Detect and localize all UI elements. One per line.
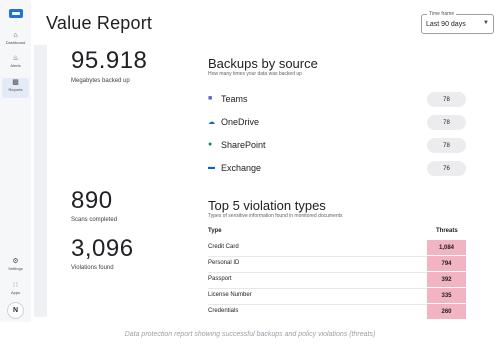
- source-name: Exchange: [221, 163, 262, 173]
- table-row: Passport 392: [208, 272, 466, 288]
- backups-title: Backups by source: [208, 56, 318, 71]
- violations-title: Top 5 violation types: [208, 198, 326, 213]
- column-header-threats: Threats: [436, 228, 458, 234]
- gear-icon: ⚙: [12, 258, 19, 265]
- sidebar-item-apps[interactable]: ∷ Apps: [2, 281, 29, 301]
- column-header-type: Type: [208, 228, 222, 234]
- threat-count: 260: [427, 304, 466, 319]
- sidebar-item-label: Reports: [8, 87, 23, 92]
- grid-icon: ∷: [13, 282, 18, 289]
- chevron-down-icon: ▼: [483, 20, 489, 26]
- source-count: 78: [427, 115, 466, 130]
- sidebar-item-dashboard[interactable]: ⌂ Dashboard: [2, 31, 29, 51]
- scans-label: Scans completed: [71, 217, 118, 223]
- megabytes-label: Megabytes backed up: [71, 78, 130, 84]
- violations-subtitle: Types of sensitive information found in …: [208, 213, 343, 219]
- bell-icon: ♨: [12, 55, 19, 62]
- source-row-onedrive: ☁ OneDrive 78: [208, 115, 468, 131]
- scans-value: 890: [71, 187, 113, 214]
- source-count: 78: [427, 92, 466, 107]
- violation-type: License Number: [208, 292, 252, 298]
- avatar[interactable]: N: [7, 302, 24, 319]
- megabytes-value: 95.918: [71, 47, 148, 74]
- violation-type: Credit Card: [208, 244, 239, 250]
- time-frame-value: Last 90 days: [426, 21, 466, 28]
- source-count: 78: [427, 138, 466, 153]
- onedrive-icon: ☁: [208, 119, 215, 126]
- threat-count: 335: [427, 288, 466, 303]
- threat-count: 392: [427, 272, 466, 287]
- sidebar-item-label: Settings: [8, 266, 23, 271]
- home-icon: ⌂: [13, 32, 18, 39]
- violation-type: Personal ID: [208, 260, 240, 266]
- source-row-teams: ■ Teams 78: [208, 92, 468, 108]
- sidebar-item-label: Apps: [10, 290, 21, 295]
- page-title: Value Report: [46, 13, 153, 33]
- violations-value: 3,096: [71, 235, 134, 262]
- backups-subtitle: How many times your data was backed up: [208, 71, 302, 77]
- sidebar-item-label: Dashboard: [5, 40, 26, 45]
- figure-caption: Data protection report showing successfu…: [124, 331, 376, 338]
- table-row: License Number 335: [208, 288, 466, 304]
- violations-label: Violations found: [71, 265, 114, 271]
- time-frame-label: Time frame: [427, 11, 457, 17]
- violation-type: Credentials: [208, 308, 239, 314]
- source-row-exchange: ▬ Exchange 76: [208, 161, 468, 177]
- source-row-sharepoint: ● SharePoint 78: [208, 138, 468, 154]
- sidebar-item-label: Alerts: [10, 63, 21, 68]
- decorative-panel: [34, 45, 47, 317]
- table-row: Credit Card 1,084: [208, 240, 466, 256]
- exchange-icon: ▬: [208, 164, 215, 171]
- table-row: Credentials 260: [208, 304, 466, 320]
- source-name: SharePoint: [221, 140, 266, 150]
- sidebar-item-settings[interactable]: ⚙ Settings: [2, 257, 29, 277]
- source-name: OneDrive: [221, 117, 260, 127]
- threat-count: 1,084: [427, 240, 466, 255]
- app-logo[interactable]: [9, 9, 23, 18]
- sharepoint-icon: ●: [208, 141, 213, 148]
- chart-icon: ▩: [12, 79, 19, 86]
- table-row: Personal ID 794: [208, 256, 466, 272]
- threat-count: 794: [427, 256, 466, 271]
- sidebar-item-reports[interactable]: ▩ Reports: [2, 78, 29, 98]
- sidebar-item-alerts[interactable]: ♨ Alerts: [2, 54, 29, 74]
- sidebar: ⌂ Dashboard ♨ Alerts ▩ Reports ⚙ Setting…: [0, 0, 32, 322]
- teams-icon: ■: [208, 95, 213, 102]
- source-count: 76: [427, 161, 466, 176]
- source-name: Teams: [221, 94, 248, 104]
- violation-type: Passport: [208, 276, 232, 282]
- time-frame-select[interactable]: Time frame Last 90 days ▼: [421, 11, 494, 34]
